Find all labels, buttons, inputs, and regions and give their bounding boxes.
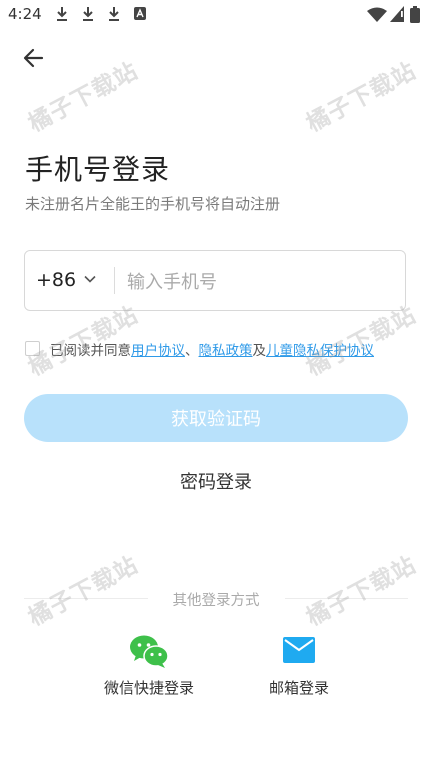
wechat-icon[interactable]: [130, 634, 168, 668]
status-time: 4:24: [8, 5, 42, 23]
user-agreement-link[interactable]: 用户协议: [131, 343, 185, 359]
agreement-separator: 及: [252, 343, 267, 359]
back-arrow-icon[interactable]: [20, 44, 48, 72]
mail-icon[interactable]: [283, 637, 315, 663]
status-bar: 4:24: [0, 0, 432, 30]
download-icon: [83, 7, 93, 21]
email-login-label[interactable]: 邮箱登录: [249, 677, 349, 698]
phone-input[interactable]: [125, 263, 399, 301]
chevron-down-icon[interactable]: [83, 272, 97, 286]
privacy-policy-link[interactable]: 隐私政策: [199, 343, 253, 359]
battery-icon: [410, 6, 420, 23]
page-title: 手机号登录: [25, 153, 171, 186]
wechat-login-label[interactable]: 微信快捷登录: [82, 677, 216, 698]
phone-input-box: +86: [24, 250, 406, 311]
page-subtitle: 未注册名片全能王的手机号将自动注册: [25, 195, 281, 213]
signal-icon: [390, 6, 404, 22]
get-code-button[interactable]: 获取验证码: [24, 394, 408, 442]
app-notification-icon: [134, 7, 146, 20]
download-icon: [57, 7, 67, 21]
password-login-link[interactable]: 密码登录: [0, 468, 432, 494]
download-icon: [109, 7, 119, 21]
phone-divider: [114, 267, 115, 294]
wifi-icon: [367, 7, 387, 22]
country-code-selector[interactable]: +86: [36, 269, 76, 291]
agreement-separator: 、: [185, 343, 199, 359]
watermark: 橘子下载站: [302, 58, 421, 138]
